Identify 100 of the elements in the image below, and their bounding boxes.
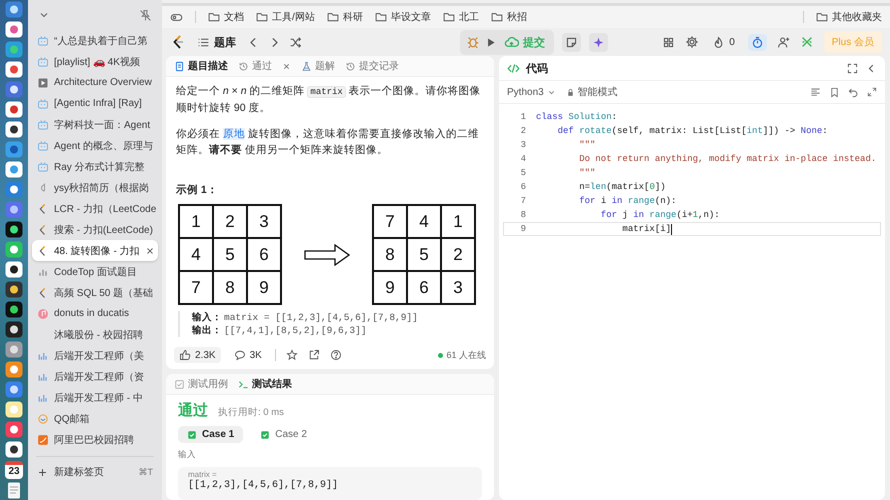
app-icon[interactable]: [5, 121, 23, 138]
browser-tab[interactable]: 搜索 - 力扣(LeetCode): [32, 219, 158, 240]
swoosh-icon: [37, 434, 49, 446]
shuffle-icon[interactable]: [289, 36, 302, 48]
panel-tab[interactable]: 题解: [301, 59, 335, 73]
bookmark-icon[interactable]: [829, 86, 840, 98]
layout-icon[interactable]: [662, 36, 676, 48]
case-tab[interactable]: Case 1: [178, 426, 244, 443]
matrix-diagram: 7 4 1 8 5 2 9 6 3: [372, 204, 476, 305]
browser-tab[interactable]: [Agentic Infra] [Ray]: [32, 93, 158, 114]
star-icon[interactable]: [286, 349, 298, 361]
app-icon[interactable]: [5, 221, 23, 238]
input-heading: 输入: [178, 449, 197, 461]
timer-button[interactable]: [748, 34, 767, 50]
panel-tab[interactable]: 通过: [238, 59, 272, 73]
share-icon[interactable]: [308, 349, 320, 361]
flask-icon: [301, 60, 312, 72]
browser-tab[interactable]: 48. 旋转图像 - 力扣: [32, 240, 158, 261]
browser-tab[interactable]: donuts in ducatis: [32, 303, 158, 324]
history-icon: [238, 60, 249, 72]
code-line: class Solution:: [536, 111, 618, 123]
history-icon: [345, 60, 356, 72]
browser-tab[interactable]: CodeTop 面试题目: [32, 261, 158, 282]
browser-tab[interactable]: 字树科技一面：Agent: [32, 114, 158, 135]
online-count: 61 人在线: [446, 348, 486, 362]
term-link[interactable]: 原地: [222, 128, 245, 140]
bookmark-folder[interactable]: 毕设文章: [374, 10, 431, 24]
browser-tab[interactable]: 后端开发工程师（美: [32, 345, 158, 366]
timer-icon: [750, 36, 764, 48]
case-tab[interactable]: Case 2: [251, 426, 316, 443]
arrow-icon: [304, 244, 350, 266]
tv-icon: [37, 140, 49, 152]
input-box: matrix = [[1,2,3],[4,5,6],[7,8,9]]: [178, 467, 482, 500]
terminal-icon: [238, 378, 249, 390]
folder-icon: [256, 11, 268, 23]
app-icon[interactable]: [5, 301, 23, 318]
language-dropdown[interactable]: Python3: [507, 86, 556, 98]
app-icon[interactable]: [5, 21, 23, 38]
ai-button[interactable]: [589, 32, 608, 52]
app-icon[interactable]: [5, 261, 23, 278]
close-icon[interactable]: [144, 246, 155, 256]
format-icon[interactable]: [810, 86, 821, 98]
sparkle-icon: [592, 36, 605, 48]
browser-tab[interactable]: 后端开发工程师（资: [32, 366, 158, 387]
bookmark-folder[interactable]: 科研: [326, 10, 363, 24]
app-icon[interactable]: [5, 441, 23, 458]
browser-tab[interactable]: 高频 SQL 50 题（基础: [32, 282, 158, 303]
expand-icon[interactable]: [847, 62, 858, 74]
bookmark-folder[interactable]: 工具/网站: [256, 10, 315, 24]
checkbox-icon: [174, 378, 185, 390]
unpin-icon[interactable]: [139, 8, 152, 22]
line-number: 7: [520, 195, 526, 207]
bookmark-folder[interactable]: 文档: [208, 10, 244, 24]
streak-button[interactable]: 0: [709, 34, 738, 50]
line-number: 9: [520, 223, 526, 235]
browser-tab[interactable]: Architecture Overview: [32, 72, 158, 93]
calendar-icon[interactable]: 23: [5, 461, 23, 479]
new-tab-label[interactable]: 新建标签页: [54, 465, 104, 479]
browser-tab[interactable]: Agent 的概念、原理与: [32, 135, 158, 156]
nodes-icon[interactable]: [800, 35, 814, 49]
folder-icon: [442, 11, 455, 23]
undo-icon[interactable]: [848, 86, 859, 98]
browser-tab[interactable]: LCR - 力扣（LeetCode: [32, 198, 158, 219]
code-line: def rotate(self, matrix: List[List[int]]) -> None:: [556, 125, 828, 137]
settings-icon[interactable]: [685, 35, 700, 49]
fullscreen-icon[interactable]: [867, 87, 877, 97]
browser-tab[interactable]: 后端开发工程师 - 中: [32, 387, 158, 408]
browser-tab[interactable]: [playlist] 🚗 4K视频: [32, 51, 158, 72]
help-icon[interactable]: [330, 349, 342, 361]
browser-tab[interactable]: ysy秋招简历（根据岗: [32, 177, 158, 198]
bookmark-folder[interactable]: 北工: [442, 10, 479, 24]
comment-button[interactable]: 3K: [230, 347, 265, 363]
panel-tab[interactable]: 题目描述: [174, 59, 228, 73]
line-number: 1: [520, 111, 526, 123]
close-icon[interactable]: [282, 62, 291, 70]
code-icon: [507, 62, 520, 74]
panel-tab[interactable]: 提交记录: [345, 59, 399, 73]
browser-tab[interactable]: 沐曦股份 - 校园招聘: [32, 324, 158, 345]
panel-tab[interactable]: 测试用例: [174, 377, 228, 391]
panel-tab[interactable]: 测试结果: [238, 377, 292, 391]
plus-icon: [37, 466, 48, 478]
problem-list-button[interactable]: 题库: [194, 32, 239, 52]
example-heading: 示例 1：: [176, 183, 219, 198]
folder-icon: [490, 11, 503, 23]
browser-tab[interactable]: “人总是执着于自己第: [32, 30, 158, 51]
browser-tab[interactable]: QQ邮箱: [32, 408, 158, 429]
result-status: 通过: [178, 401, 208, 420]
bookmark-folder[interactable]: 秋招: [490, 10, 527, 24]
browser-tab[interactable]: 阿里巴巴校园招聘: [32, 429, 158, 450]
line-number: 3: [520, 139, 526, 151]
add-user-icon[interactable]: [776, 36, 790, 48]
smart-mode-toggle[interactable]: 智能模式: [566, 85, 618, 99]
note-button[interactable]: [562, 32, 581, 52]
browser-tab[interactable]: Ray 分布式计算完整: [32, 156, 158, 177]
line-number: 6: [520, 181, 526, 193]
app-icon[interactable]: [5, 281, 23, 298]
app-icon[interactable]: [5, 321, 23, 338]
bookmark-folder[interactable]: 其他收藏夹: [816, 10, 882, 24]
like-button[interactable]: 2.3K: [174, 347, 221, 363]
document-icon[interactable]: [5, 482, 23, 499]
